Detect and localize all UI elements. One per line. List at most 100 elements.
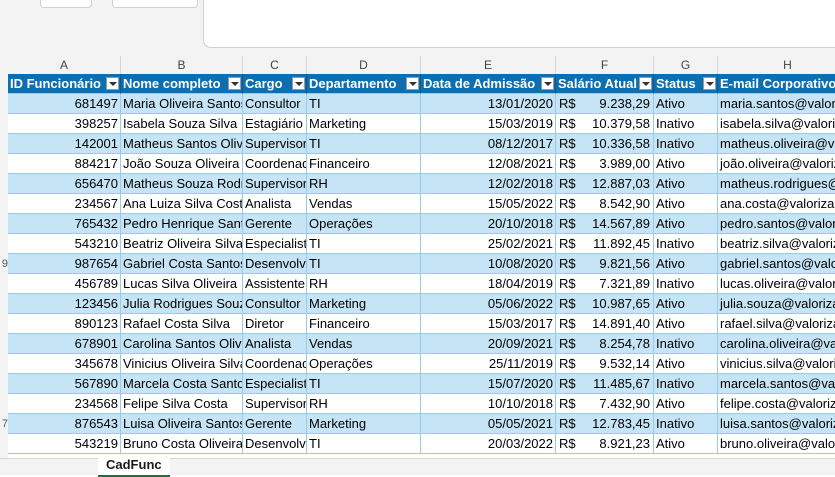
table-cell[interactable]: 543210 — [8, 234, 121, 254]
table-cell[interactable]: beatriz.silva@valoriza — [718, 234, 835, 254]
table-cell[interactable]: 876543 — [8, 414, 121, 434]
function-box[interactable] — [112, 0, 198, 8]
column-header-b[interactable]: B — [121, 56, 243, 74]
table-cell[interactable]: vinicius.silva@valoriza — [718, 354, 835, 374]
table-cell[interactable]: Ativo — [654, 154, 718, 174]
filter-dropdown-icon[interactable] — [541, 77, 554, 90]
table-cell[interactable]: R$ 3.989,00 — [556, 154, 654, 174]
row-number[interactable] — [0, 434, 8, 454]
table-cell[interactable]: Ativo — [654, 214, 718, 234]
table-cell[interactable]: TI — [307, 134, 421, 154]
table-cell[interactable]: matheus.rodrigues@valoriza — [718, 174, 835, 194]
table-cell[interactable]: marcela.santos@valoriza — [718, 374, 835, 394]
table-cell[interactable]: 25/11/2019 — [421, 354, 556, 374]
column-header-e[interactable]: E — [421, 56, 556, 74]
table-cell[interactable]: Luisa Oliveira Santos — [121, 414, 243, 434]
table-cell[interactable]: Marketing — [307, 114, 421, 134]
table-cell[interactable]: R$ 9.821,56 — [556, 254, 654, 274]
filter-dropdown-icon[interactable] — [703, 77, 716, 90]
table-cell[interactable]: TI — [307, 434, 421, 454]
table-cell[interactable]: julia.souza@valoriza — [718, 294, 835, 314]
table-cell[interactable]: Maria Oliveira Santos — [121, 94, 243, 114]
table-cell[interactable]: Gerente — [243, 214, 307, 234]
table-cell[interactable]: Operações — [307, 354, 421, 374]
table-cell[interactable]: R$ 14.891,40 — [556, 314, 654, 334]
table-cell[interactable]: Inativo — [654, 134, 718, 154]
table-cell[interactable]: Ativo — [654, 354, 718, 374]
row-number[interactable] — [0, 94, 8, 114]
table-cell[interactable]: R$ 8.542,90 — [556, 194, 654, 214]
column-header-d[interactable]: D — [307, 56, 421, 74]
table-cell[interactable]: Coordenador — [243, 354, 307, 374]
table-cell[interactable]: Marcela Costa Santos — [121, 374, 243, 394]
table-cell[interactable]: R$ 8.254,78 — [556, 334, 654, 354]
table-cell[interactable]: R$ 10.379,58 — [556, 114, 654, 134]
row-number[interactable] — [0, 374, 8, 394]
table-cell[interactable]: pedro.santos@valoriza — [718, 214, 835, 234]
table-cell[interactable]: R$ 10.336,58 — [556, 134, 654, 154]
row-number[interactable] — [0, 234, 8, 254]
table-cell[interactable]: 234567 — [8, 194, 121, 214]
table-cell[interactable]: isabela.silva@valoriza — [718, 114, 835, 134]
table-cell[interactable]: lucas.oliveira@valoriza — [718, 274, 835, 294]
table-cell[interactable]: 25/02/2021 — [421, 234, 556, 254]
table-cell[interactable]: Inativo — [654, 334, 718, 354]
table-cell[interactable]: Ana Luiza Silva Costa — [121, 194, 243, 214]
header-cell[interactable]: ID Funcionário — [8, 74, 121, 94]
table-cell[interactable]: 884217 — [8, 154, 121, 174]
table-cell[interactable]: Ativo — [654, 294, 718, 314]
table-cell[interactable]: 10/08/2020 — [421, 254, 556, 274]
table-cell[interactable]: Matheus Santos Oliveira — [121, 134, 243, 154]
filter-dropdown-icon[interactable] — [292, 77, 305, 90]
table-cell[interactable]: R$ 9.238,29 — [556, 94, 654, 114]
table-cell[interactable]: 142001 — [8, 134, 121, 154]
table-cell[interactable]: Ativo — [654, 94, 718, 114]
table-cell[interactable]: Coordenador — [243, 154, 307, 174]
row-number[interactable] — [0, 134, 8, 154]
table-cell[interactable]: carolina.oliveira@valoriza — [718, 334, 835, 354]
table-cell[interactable]: 890123 — [8, 314, 121, 334]
table-cell[interactable]: João Souza Oliveira — [121, 154, 243, 174]
table-cell[interactable]: 543219 — [8, 434, 121, 454]
table-cell[interactable]: 08/12/2017 — [421, 134, 556, 154]
table-cell[interactable]: Analista — [243, 334, 307, 354]
table-cell[interactable]: 765432 — [8, 214, 121, 234]
table-cell[interactable]: Isabela Souza Silva — [121, 114, 243, 134]
header-cell[interactable]: Nome completo — [121, 74, 243, 94]
table-cell[interactable]: Ativo — [654, 194, 718, 214]
table-cell[interactable]: bruno.oliveira@valoriza — [718, 434, 835, 454]
table-cell[interactable]: Desenvolvedor — [243, 434, 307, 454]
table-cell[interactable]: 456789 — [8, 274, 121, 294]
column-header-a[interactable]: A — [8, 56, 121, 74]
table-cell[interactable]: TI — [307, 254, 421, 274]
table-cell[interactable]: Ativo — [654, 174, 718, 194]
table-cell[interactable]: Beatriz Oliveira Silva — [121, 234, 243, 254]
table-cell[interactable]: R$ 11.485,67 — [556, 374, 654, 394]
table-cell[interactable]: Inativo — [654, 374, 718, 394]
table-cell[interactable]: Supervisor — [243, 394, 307, 414]
formula-bar[interactable] — [203, 0, 835, 48]
table-cell[interactable]: Consultor — [243, 94, 307, 114]
table-cell[interactable]: gabriel.santos@valoriza — [718, 254, 835, 274]
table-cell[interactable]: Supervisor — [243, 174, 307, 194]
filter-dropdown-icon[interactable] — [639, 77, 652, 90]
row-number[interactable] — [0, 274, 8, 294]
table-cell[interactable]: Consultor — [243, 294, 307, 314]
table-cell[interactable]: 13/01/2020 — [421, 94, 556, 114]
row-number[interactable]: 7 — [0, 414, 8, 434]
row-number[interactable]: 9 — [0, 254, 8, 274]
table-cell[interactable]: TI — [307, 234, 421, 254]
table-cell[interactable]: 656470 — [8, 174, 121, 194]
table-cell[interactable]: Marketing — [307, 414, 421, 434]
table-cell[interactable]: R$ 12.783,45 — [556, 414, 654, 434]
table-cell[interactable]: 10/10/2018 — [421, 394, 556, 414]
table-cell[interactable]: Supervisor — [243, 134, 307, 154]
column-header-h[interactable]: H — [718, 56, 835, 74]
table-cell[interactable]: Inativo — [654, 114, 718, 134]
table-cell[interactable]: ana.costa@valoriza — [718, 194, 835, 214]
table-cell[interactable]: felipe.costa@valoriza — [718, 394, 835, 414]
row-number[interactable] — [0, 174, 8, 194]
table-cell[interactable]: 567890 — [8, 374, 121, 394]
table-cell[interactable]: 987654 — [8, 254, 121, 274]
table-cell[interactable]: Pedro Henrique Santos — [121, 214, 243, 234]
